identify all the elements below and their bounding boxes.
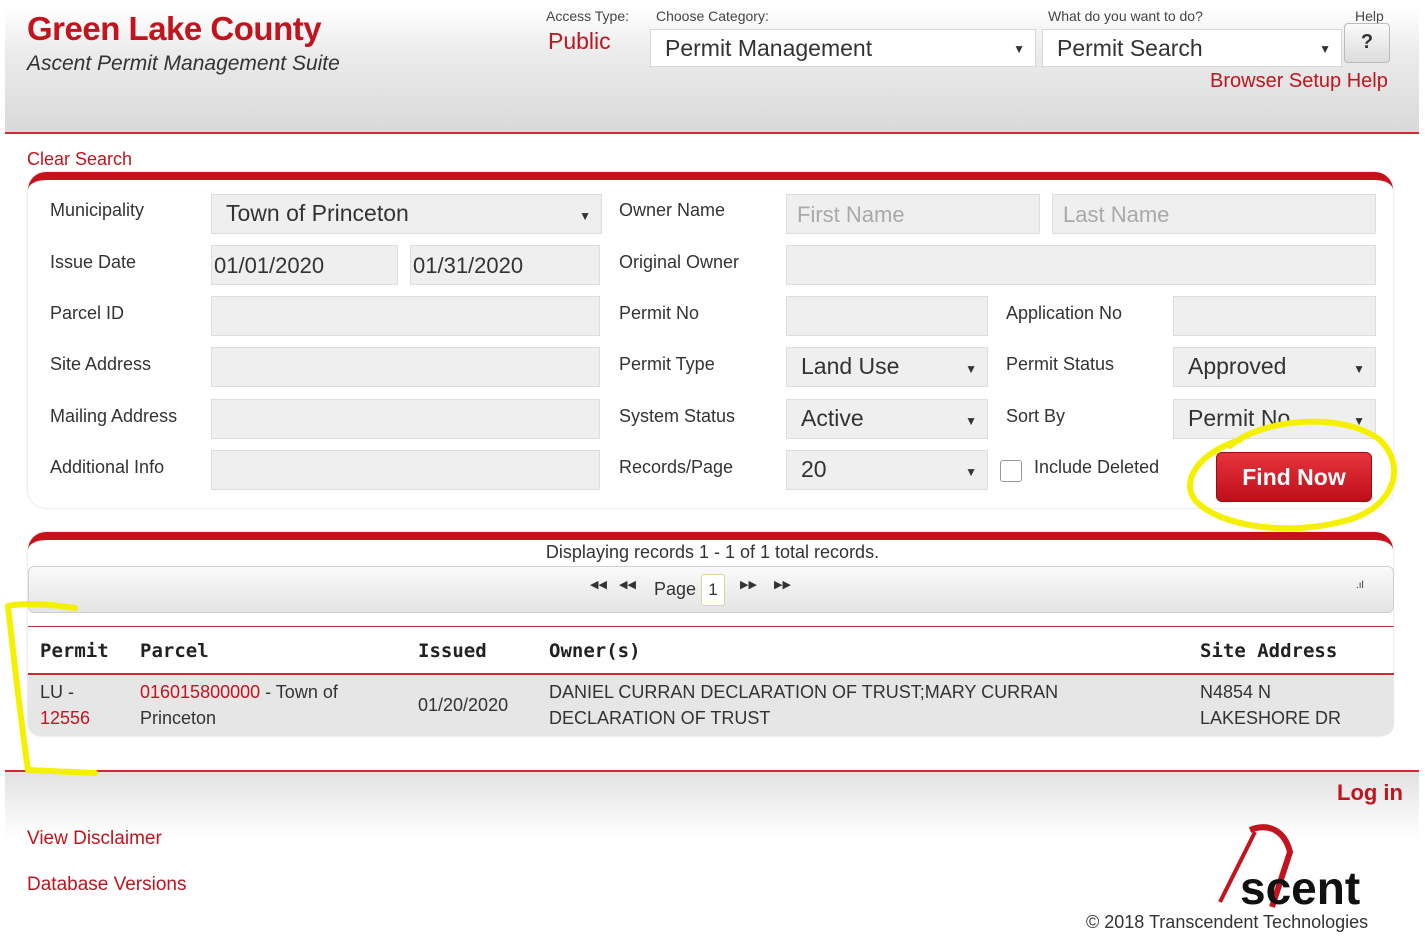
parcel-id-input[interactable] [211, 296, 600, 336]
county-title: Green Lake County [27, 10, 322, 47]
include-deleted-checkbox[interactable] [1000, 460, 1022, 482]
include-deleted-label: Include Deleted [1034, 457, 1160, 477]
owners-cell: DANIEL CURRAN DECLARATION OF TRUST;MARY … [549, 679, 1058, 731]
action-select-value: Permit Search [1057, 35, 1203, 61]
clear-search-link[interactable]: Clear Search [27, 149, 132, 170]
municipality-label: Municipality [50, 200, 145, 220]
help-button[interactable]: ? [1344, 23, 1390, 63]
original-owner-input[interactable] [786, 245, 1376, 285]
table-header-divider [28, 626, 1394, 627]
parcel-municipality: - Town of [260, 682, 338, 702]
first-name-input[interactable]: First Name [786, 194, 1040, 234]
ascent-logo: scent Ascent [1218, 824, 1360, 914]
chevron-down-icon: ▼ [579, 209, 591, 223]
site-address-line2: LAKESHORE DR [1200, 708, 1342, 728]
permit-status-select-value: Approved [1188, 353, 1287, 379]
site-address-cell: N4854 N LAKESHORE DR [1200, 679, 1341, 731]
next-page-icon[interactable]: ▶▶ [740, 578, 757, 591]
site-address-line1: N4854 N [1200, 682, 1272, 702]
owners-line2: DECLARATION OF TRUST [549, 708, 771, 728]
view-disclaimer-link[interactable]: View Disclaimer [27, 828, 162, 850]
browser-setup-help-link[interactable]: Browser Setup Help [1210, 70, 1388, 93]
login-link[interactable]: Log in [1337, 780, 1403, 806]
original-owner-label: Original Owner [619, 252, 740, 272]
page-size-icon[interactable]: .ıl [1356, 580, 1364, 591]
issued-cell: 01/20/2020 [418, 695, 509, 715]
issue-date-from-input[interactable]: 01/01/2020 [211, 245, 398, 285]
additional-info-label: Additional Info [50, 457, 165, 477]
chevron-down-icon: ▼ [1353, 362, 1365, 376]
permit-status-label: Permit Status [1006, 354, 1115, 374]
system-status-select-value: Active [801, 405, 864, 431]
category-select-value: Permit Management [665, 35, 873, 61]
help-label: Help [1355, 8, 1384, 24]
permit-status-select[interactable]: Approved ▼ [1173, 347, 1376, 387]
issue-date-label: Issue Date [50, 252, 137, 272]
permit-prefix: LU - [40, 682, 75, 702]
parcel-id-label: Parcel ID [50, 303, 125, 323]
last-name-input[interactable]: Last Name [1052, 194, 1376, 234]
app-header: Green Lake County Ascent Permit Manageme… [5, 8, 1419, 134]
application-no-label: Application No [1006, 303, 1123, 323]
owners-line1: DANIEL CURRAN DECLARATION OF TRUST;MARY … [549, 682, 1059, 702]
records-page-label: Records/Page [619, 457, 734, 477]
column-header-site-address[interactable]: Site Address [1200, 640, 1337, 662]
action-select[interactable]: Permit Search ▼ [1042, 29, 1342, 67]
permit-link[interactable]: 12556 [40, 708, 90, 728]
parcel-cell: 016015800000 - Town of Princeton [140, 679, 338, 731]
chevron-down-icon: ▼ [1013, 42, 1025, 56]
system-status-select[interactable]: Active ▼ [786, 399, 988, 439]
last-page-icon[interactable]: ▶▶ [774, 578, 791, 591]
chevron-down-icon: ▼ [965, 362, 977, 376]
access-type-label: Access Type: [546, 8, 630, 24]
column-header-owners[interactable]: Owner(s) [549, 640, 641, 662]
first-page-icon[interactable]: ◀◀ [590, 578, 607, 591]
sort-by-select-value: Permit No [1188, 405, 1291, 431]
mailing-address-label: Mailing Address [50, 406, 178, 426]
column-header-parcel[interactable]: Parcel [140, 640, 209, 662]
access-type-value: Public [548, 28, 611, 54]
chevron-down-icon: ▼ [965, 465, 977, 479]
find-now-button[interactable]: Find Now [1216, 452, 1372, 502]
chevron-down-icon: ▼ [1353, 414, 1365, 428]
system-status-label: System Status [619, 406, 736, 426]
application-no-input[interactable] [1173, 296, 1376, 336]
category-label: Choose Category: [656, 8, 769, 24]
mailing-address-input[interactable] [211, 399, 600, 439]
database-versions-link[interactable]: Database Versions [27, 874, 187, 896]
permit-type-label: Permit Type [619, 354, 715, 374]
chevron-down-icon: ▼ [965, 414, 977, 428]
action-label: What do you want to do? [1048, 8, 1203, 24]
permit-cell: LU - 12556 [40, 679, 90, 731]
permit-no-label: Permit No [619, 303, 700, 323]
site-address-label: Site Address [50, 354, 152, 374]
records-page-select[interactable]: 20 ▼ [786, 450, 988, 490]
municipality-select-value: Town of Princeton [226, 200, 409, 226]
municipality-select[interactable]: Town of Princeton ▼ [211, 194, 602, 234]
page-number-input[interactable]: 1 [701, 574, 725, 606]
records-summary: Displaying records 1 - 1 of 1 total reco… [545, 542, 880, 562]
parcel-municipality-line2: Princeton [140, 708, 217, 728]
permit-type-select[interactable]: Land Use ▼ [786, 347, 988, 387]
copyright-text: © 2018 Transcendent Technologies [1086, 912, 1369, 932]
page-label: Page [654, 579, 697, 599]
permit-no-input[interactable] [786, 296, 988, 336]
records-page-select-value: 20 [801, 456, 827, 482]
chevron-down-icon: ▼ [1319, 42, 1331, 56]
permit-type-select-value: Land Use [801, 353, 900, 379]
parcel-link[interactable]: 016015800000 [140, 682, 260, 702]
column-header-issued[interactable]: Issued [418, 640, 487, 662]
additional-info-input[interactable] [211, 450, 600, 490]
sort-by-select[interactable]: Permit No ▼ [1173, 399, 1376, 439]
suite-subtitle: Ascent Permit Management Suite [27, 52, 340, 75]
column-header-permit[interactable]: Permit [40, 640, 109, 662]
owner-name-label: Owner Name [619, 200, 726, 220]
issue-date-to-input[interactable]: 01/31/2020 [410, 245, 600, 285]
category-select[interactable]: Permit Management ▼ [650, 29, 1036, 67]
site-address-input[interactable] [211, 347, 600, 387]
prev-page-icon[interactable]: ◀◀ [619, 578, 636, 591]
sort-by-label: Sort By [1006, 406, 1066, 426]
